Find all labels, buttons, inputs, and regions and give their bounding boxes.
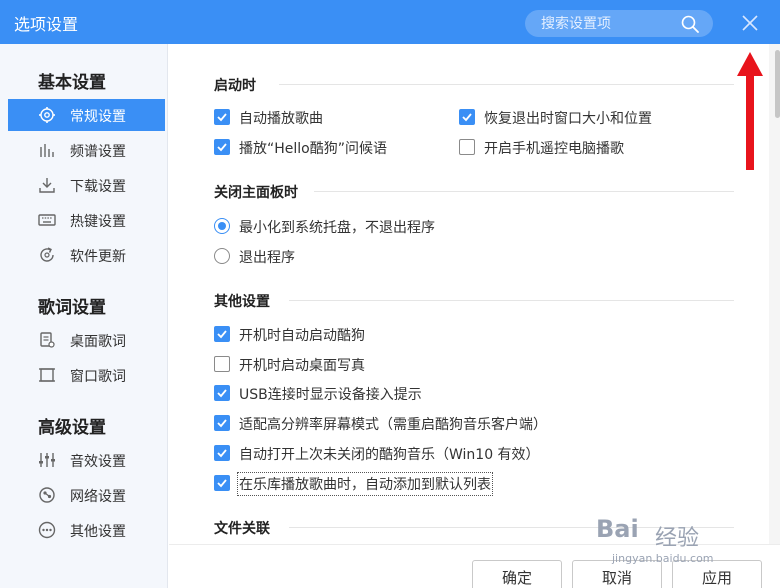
sidebar-item-label: 桌面歌词 bbox=[70, 334, 126, 350]
window-lyrics-icon bbox=[39, 368, 55, 382]
section-title-file: 文件关联 bbox=[214, 521, 270, 537]
sidebar-item-label: 热键设置 bbox=[70, 214, 126, 230]
settings-content: 启动时 自动播放歌曲 恢复退出时窗口大小和位置 播放“Hello酷狗”问候语 开… bbox=[169, 44, 769, 544]
watermark-text: 经验 bbox=[655, 526, 700, 551]
sidebar-group-lyrics: 歌词设置 bbox=[38, 298, 106, 318]
checkbox-box[interactable] bbox=[214, 445, 230, 461]
checkbox-box[interactable] bbox=[214, 326, 230, 342]
checkbox-usb-prompt[interactable]: USB连接时显示设备接入提示 bbox=[214, 384, 514, 404]
keyboard-icon bbox=[38, 214, 56, 226]
sidebar-item-label: 窗口歌词 bbox=[70, 369, 126, 385]
checkbox-auto-add-default-list[interactable]: 在乐库播放歌曲时，自动添加到默认列表 bbox=[214, 472, 614, 496]
section-title-startup: 启动时 bbox=[214, 78, 256, 94]
confirm-button[interactable]: 确定 bbox=[472, 560, 562, 588]
sidebar-item-sound[interactable]: 音效设置 bbox=[8, 444, 165, 476]
checkbox-box[interactable] bbox=[214, 385, 230, 401]
section-title-other: 其他设置 bbox=[214, 294, 270, 310]
scrollbar-track[interactable] bbox=[769, 44, 780, 544]
sidebar-item-other[interactable]: 其他设置 bbox=[8, 514, 165, 546]
section-divider bbox=[314, 191, 734, 192]
sidebar-item-spectrum[interactable]: 频谱设置 bbox=[8, 134, 165, 166]
sidebar-item-label: 网络设置 bbox=[70, 489, 126, 505]
sidebar-item-window-lyrics[interactable]: 窗口歌词 bbox=[8, 359, 165, 391]
checkbox-autostart[interactable]: 开机时自动启动酷狗 bbox=[214, 325, 514, 345]
radio-button[interactable] bbox=[214, 218, 230, 234]
red-arrow-annotation bbox=[737, 52, 763, 170]
checkbox-label: 适配高分辨率屏幕模式（需重启酷狗音乐客户端） bbox=[239, 417, 547, 433]
section-divider bbox=[289, 300, 734, 301]
radio-button[interactable] bbox=[214, 248, 230, 264]
checkbox-box[interactable] bbox=[214, 475, 230, 491]
section-divider bbox=[279, 84, 734, 85]
sidebar: 基本设置 常规设置 频谱设置 下载设置 热键设置 软件更新 歌词设置 桌面歌词 … bbox=[0, 44, 168, 588]
window-title: 选项设置 bbox=[14, 15, 79, 34]
sidebar-item-label: 常规设置 bbox=[70, 109, 126, 125]
update-icon bbox=[40, 247, 54, 262]
search-input[interactable] bbox=[525, 10, 675, 37]
checkbox-label: USB连接时显示设备接入提示 bbox=[239, 387, 422, 403]
section-title-close: 关闭主面板时 bbox=[214, 185, 298, 201]
checkbox-box[interactable] bbox=[459, 109, 475, 125]
checkbox-hello-greeting[interactable]: 播放“Hello酷狗”问候语 bbox=[214, 138, 434, 158]
watermark-logo: Bai bbox=[596, 515, 639, 543]
checkbox-label: 开机时自动启动酷狗 bbox=[239, 328, 365, 344]
more-icon bbox=[38, 521, 56, 539]
checkbox-box[interactable] bbox=[459, 139, 475, 155]
checkbox-label: 开机时启动桌面写真 bbox=[239, 358, 365, 374]
sidebar-item-label: 软件更新 bbox=[70, 249, 126, 265]
checkbox-phone-remote[interactable]: 开启手机遥控电脑播歌 bbox=[459, 138, 679, 158]
checkbox-reopen-last[interactable]: 自动打开上次未关闭的酷狗音乐（Win10 有效） bbox=[214, 444, 614, 464]
search-icon[interactable] bbox=[681, 15, 699, 33]
network-icon bbox=[39, 487, 55, 503]
checkbox-high-dpi[interactable]: 适配高分辨率屏幕模式（需重启酷狗音乐客户端） bbox=[214, 414, 614, 434]
radio-minimize-to-tray[interactable]: 最小化到系统托盘，不退出程序 bbox=[214, 217, 514, 237]
checkbox-box[interactable] bbox=[214, 139, 230, 155]
spectrum-icon bbox=[40, 144, 54, 157]
checkbox-label: 开启手机遥控电脑播歌 bbox=[484, 141, 624, 157]
sidebar-item-label: 下载设置 bbox=[70, 179, 126, 195]
sidebar-item-label: 频谱设置 bbox=[70, 144, 126, 160]
checkbox-box[interactable] bbox=[214, 415, 230, 431]
desktop-lyrics-icon bbox=[40, 332, 55, 348]
gear-icon bbox=[39, 107, 55, 123]
search-box[interactable] bbox=[525, 10, 713, 37]
checkbox-label: 在乐库播放歌曲时，自动添加到默认列表 bbox=[237, 472, 493, 496]
checkbox-label: 恢复退出时窗口大小和位置 bbox=[484, 111, 652, 127]
radio-label: 退出程序 bbox=[239, 250, 295, 266]
equalizer-icon bbox=[39, 453, 55, 467]
checkbox-desktop-photo[interactable]: 开机时启动桌面写真 bbox=[214, 355, 514, 375]
title-bar: 选项设置 bbox=[0, 0, 780, 44]
checkbox-restore-window[interactable]: 恢复退出时窗口大小和位置 bbox=[459, 108, 679, 128]
sidebar-item-network[interactable]: 网络设置 bbox=[8, 479, 165, 511]
radio-label: 最小化到系统托盘，不退出程序 bbox=[239, 220, 435, 236]
sidebar-group-advanced: 高级设置 bbox=[38, 418, 106, 438]
sidebar-item-general[interactable]: 常规设置 bbox=[8, 99, 165, 131]
download-icon bbox=[39, 178, 55, 193]
sidebar-item-label: 其他设置 bbox=[70, 524, 126, 540]
sidebar-item-desktop-lyrics[interactable]: 桌面歌词 bbox=[8, 324, 165, 356]
sidebar-group-basic: 基本设置 bbox=[38, 73, 106, 93]
sidebar-item-label: 音效设置 bbox=[70, 454, 126, 470]
scrollbar-thumb[interactable] bbox=[775, 50, 780, 118]
watermark-url: jingyan.baidu.com bbox=[612, 552, 714, 565]
sidebar-item-update[interactable]: 软件更新 bbox=[8, 239, 165, 271]
sidebar-item-download[interactable]: 下载设置 bbox=[8, 169, 165, 201]
sidebar-item-hotkey[interactable]: 热键设置 bbox=[8, 204, 165, 236]
checkbox-label: 自动打开上次未关闭的酷狗音乐（Win10 有效） bbox=[239, 447, 540, 463]
checkbox-box[interactable] bbox=[214, 356, 230, 372]
checkbox-auto-play[interactable]: 自动播放歌曲 bbox=[214, 108, 414, 128]
checkbox-box[interactable] bbox=[214, 109, 230, 125]
radio-exit-program[interactable]: 退出程序 bbox=[214, 247, 414, 267]
close-icon[interactable] bbox=[740, 13, 760, 33]
checkbox-label: 自动播放歌曲 bbox=[239, 111, 323, 127]
checkbox-label: 播放“Hello酷狗”问候语 bbox=[239, 141, 387, 157]
